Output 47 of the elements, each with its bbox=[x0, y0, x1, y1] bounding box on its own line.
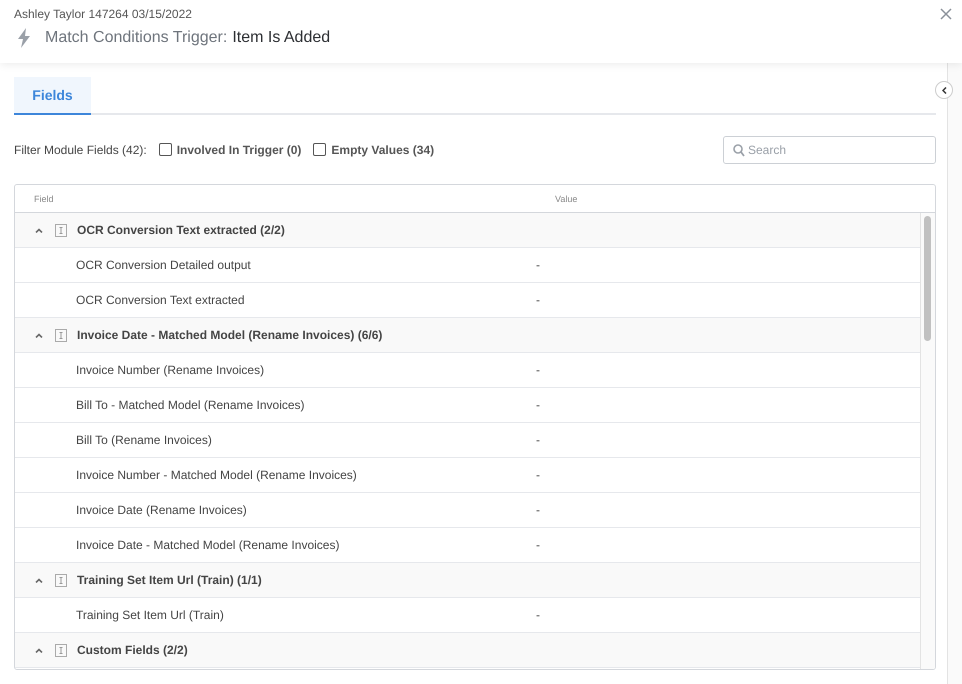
field-value: - bbox=[536, 538, 540, 552]
text-field-icon bbox=[55, 644, 67, 656]
scrollbar-thumb[interactable] bbox=[924, 216, 931, 341]
field-value: - bbox=[536, 398, 540, 412]
field-value: - bbox=[536, 608, 540, 622]
field-name: Bill To (Rename Invoices) bbox=[76, 433, 213, 447]
group-name: Invoice Date - Matched Model (Rename Invoices) (6/6) bbox=[77, 328, 382, 342]
search-icon bbox=[733, 144, 745, 156]
checkbox-label[interactable]: Empty Values (34) bbox=[331, 142, 434, 156]
caret-icon[interactable] bbox=[35, 332, 43, 338]
field-value: - bbox=[536, 433, 540, 447]
record-subtitle: Ashley Taylor 147264 03/15/2022 bbox=[14, 7, 193, 21]
checkbox[interactable] bbox=[313, 143, 326, 156]
search-field[interactable]: Search bbox=[723, 136, 936, 164]
field-name: OCR Conversion Text extracted bbox=[76, 293, 246, 307]
text-field-icon bbox=[55, 224, 67, 236]
caret-icon[interactable] bbox=[35, 228, 43, 232]
column-header: Field bbox=[34, 194, 55, 204]
text-field-icon bbox=[55, 328, 67, 342]
caret-icon[interactable] bbox=[35, 578, 43, 582]
field-name: Invoice Date (Rename Invoices) bbox=[76, 503, 248, 517]
group-name: OCR Conversion Text extracted (2/2) bbox=[77, 223, 285, 237]
field-name: Invoice Number - Matched Model (Rename Invoices) bbox=[76, 468, 358, 482]
field-name: OCR Conversion Detailed output bbox=[76, 258, 252, 272]
field-name: Invoice Number (Rename Invoices) bbox=[76, 363, 266, 377]
group-name: Custom Fields (2/2) bbox=[77, 643, 188, 657]
group-name: Training Set Item Url (Train) (1/1) bbox=[77, 573, 262, 587]
collapse-button[interactable] bbox=[935, 81, 953, 99]
chevron-left-icon bbox=[942, 86, 946, 94]
field-value: - bbox=[536, 468, 540, 482]
field-value: - bbox=[536, 363, 540, 377]
text-field-icon bbox=[55, 574, 67, 586]
caret-icon[interactable] bbox=[35, 648, 43, 652]
column-header: Value bbox=[555, 194, 578, 204]
checkbox-label[interactable]: Involved In Trigger (0) bbox=[176, 142, 302, 156]
field-name: Bill To - Matched Model (Rename Invoices) bbox=[76, 398, 306, 412]
field-value: - bbox=[536, 258, 540, 272]
dialog-title-label: Match Conditions Trigger: bbox=[45, 29, 228, 47]
filter-label: Filter Module Fields (42): bbox=[14, 142, 147, 156]
checkbox[interactable] bbox=[158, 143, 172, 156]
dialog-title: Item Is Added bbox=[232, 29, 330, 47]
field-value: - bbox=[536, 503, 540, 517]
field-name: Training Set Item Url (Train) bbox=[76, 608, 225, 622]
lightning-icon bbox=[17, 28, 31, 48]
field-value: - bbox=[536, 293, 540, 307]
field-name: Invoice Date - Matched Model (Rename Invoices) bbox=[76, 538, 340, 552]
close-icon[interactable] bbox=[940, 8, 952, 20]
